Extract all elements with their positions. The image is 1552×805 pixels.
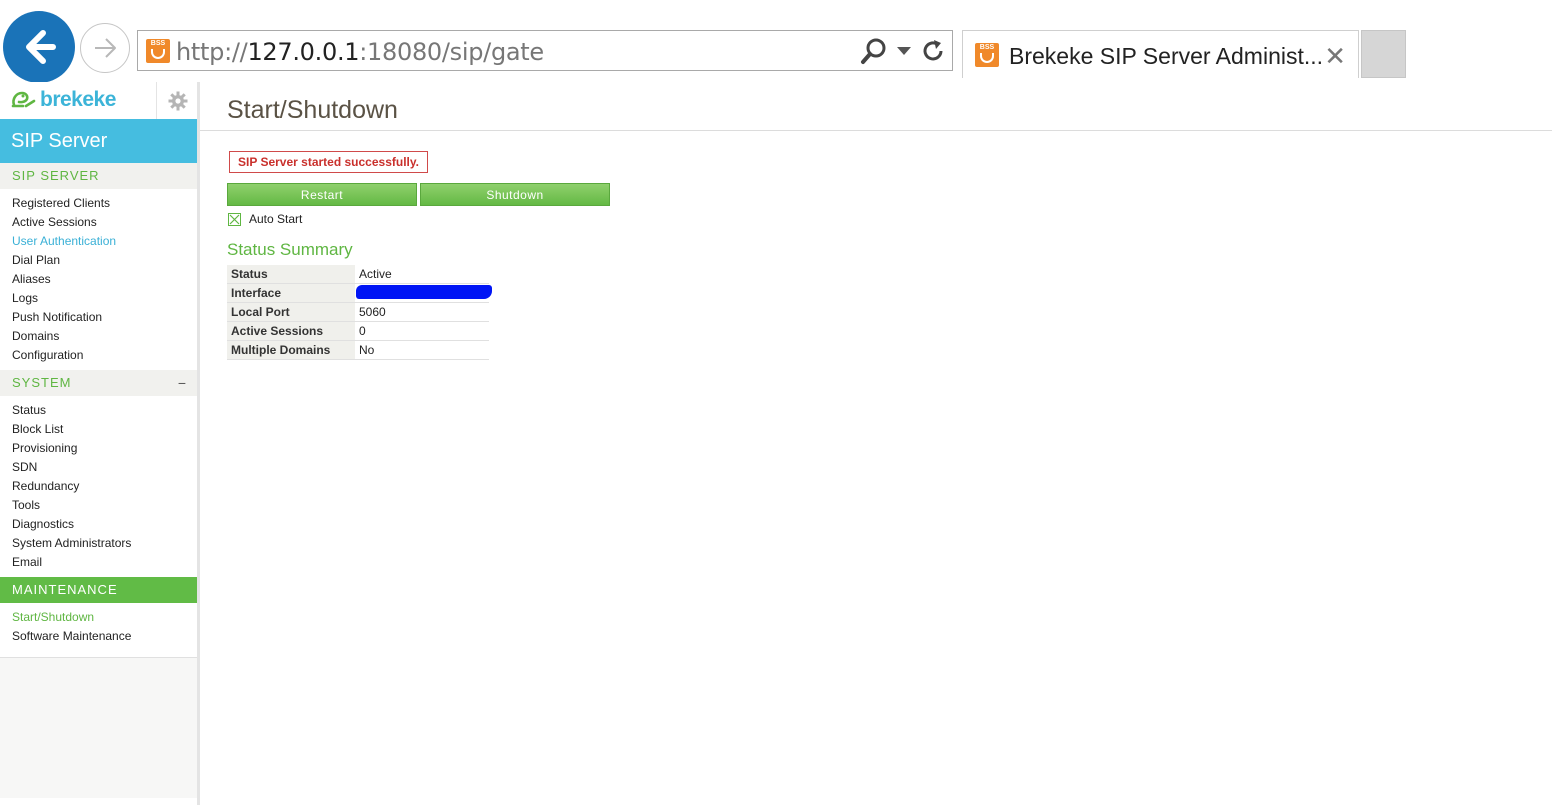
sidebar-item-user-authentication[interactable]: User Authentication [0, 232, 197, 251]
table-row: Local Port 5060 [227, 302, 489, 322]
address-bar[interactable]: BSS http://127.0.0.1:18080/sip/gate [137, 30, 953, 71]
browser-chrome: BSS http://127.0.0.1:18080/sip/gate BSS … [0, 0, 1552, 83]
auto-start-checkbox[interactable] [228, 212, 241, 226]
checkbox-x-icon [229, 214, 240, 224]
logo-text: brekeke [40, 88, 116, 111]
success-message: SIP Server started successfully. [229, 151, 428, 173]
sidebar-item-diagnostics[interactable]: Diagnostics [0, 515, 197, 534]
sidebar-item-start-shutdown[interactable]: Start/Shutdown [0, 608, 197, 627]
auto-start-row: Auto Start [228, 212, 302, 226]
row-value-active-sessions: 0 [355, 321, 489, 341]
tab-title: Brekeke SIP Server Administ... [1009, 43, 1324, 69]
gear-icon [168, 91, 187, 110]
row-value-interface [355, 283, 492, 303]
url-text[interactable]: http://127.0.0.1:18080/sip/gate [176, 38, 544, 66]
site-favicon-icon: BSS [146, 39, 170, 63]
row-value-local-port: 5060 [355, 302, 489, 322]
collapse-icon[interactable]: − [178, 370, 187, 396]
section-title: SYSTEM [12, 375, 72, 390]
favicon-frog-shape [151, 49, 165, 59]
product-banner: SIP Server [0, 119, 197, 163]
brekeke-logo[interactable]: brekeke [10, 88, 116, 112]
row-value-multiple-domains: No [355, 340, 489, 360]
favicon-label: BSS [150, 40, 166, 47]
sidebar-item-logs[interactable]: Logs [0, 289, 197, 308]
status-summary-table: Status Active Interface Local Port 5060 … [227, 265, 492, 360]
search-icon[interactable] [860, 37, 888, 65]
refresh-icon[interactable] [920, 38, 946, 64]
nav-list-system: Status Block List Provisioning SDN Redun… [0, 396, 197, 577]
auto-start-label: Auto Start [249, 212, 303, 226]
section-header-sip-server[interactable]: SIP SERVER [0, 163, 197, 189]
close-tab-icon[interactable]: ✕ [1324, 41, 1346, 72]
dropdown-caret-icon[interactable] [896, 45, 912, 57]
sidebar-item-domains[interactable]: Domains [0, 327, 197, 346]
sidebar-item-status[interactable]: Status [0, 401, 197, 420]
sidebar-item-active-sessions[interactable]: Active Sessions [0, 213, 197, 232]
sidebar-item-system-administrators[interactable]: System Administrators [0, 534, 197, 553]
arrow-right-icon [95, 38, 116, 58]
tab-favicon-label: BSS [979, 44, 995, 51]
table-row: Status Active [227, 265, 489, 284]
sidebar-item-sdn[interactable]: SDN [0, 458, 197, 477]
tab-favicon-frog-shape [980, 53, 994, 63]
nav-list-maintenance: Start/Shutdown Software Maintenance [0, 603, 197, 651]
status-summary-heading: Status Summary [227, 240, 353, 259]
row-label-status: Status [227, 265, 355, 284]
settings-button[interactable] [156, 82, 198, 119]
row-label-multiple-domains: Multiple Domains [227, 340, 355, 360]
new-tab-button[interactable] [1361, 30, 1406, 78]
sidebar-item-block-list[interactable]: Block List [0, 420, 197, 439]
main-content: Start/Shutdown SIP Server started succes… [200, 82, 1552, 805]
row-label-active-sessions: Active Sessions [227, 321, 355, 341]
row-value-status: Active [355, 265, 489, 284]
table-row: Interface [227, 283, 492, 303]
url-host: 127.0.0.1 [247, 38, 360, 66]
sidebar-item-software-maintenance[interactable]: Software Maintenance [0, 627, 197, 646]
sidebar-item-provisioning[interactable]: Provisioning [0, 439, 197, 458]
back-button[interactable] [3, 11, 75, 83]
row-label-interface: Interface [227, 283, 355, 303]
sidebar-item-dial-plan[interactable]: Dial Plan [0, 251, 197, 270]
sidebar-item-email[interactable]: Email [0, 553, 197, 572]
page-title: Start/Shutdown [227, 96, 398, 124]
sidebar: brekeke SIP Server SIP SERVER Registered [0, 82, 200, 805]
tab-favicon-icon: BSS [975, 43, 999, 67]
title-divider [200, 130, 1552, 131]
url-prefix: http:// [176, 38, 248, 66]
sidebar-item-redundancy[interactable]: Redundancy [0, 477, 197, 496]
restart-button[interactable]: Restart [227, 183, 417, 206]
shutdown-button[interactable]: Shutdown [420, 183, 610, 206]
row-label-local-port: Local Port [227, 302, 355, 322]
sidebar-item-tools[interactable]: Tools [0, 496, 197, 515]
section-title: SIP SERVER [12, 168, 100, 183]
logo-row: brekeke [0, 82, 197, 119]
sidebar-footer-area [0, 657, 197, 798]
redaction-mark [356, 285, 492, 299]
section-title: MAINTENANCE [12, 582, 118, 597]
nav-list-sip-server: Registered Clients Active Sessions User … [0, 189, 197, 370]
sidebar-item-registered-clients[interactable]: Registered Clients [0, 194, 197, 213]
url-path: :18080/sip/gate [359, 38, 544, 66]
section-header-maintenance[interactable]: MAINTENANCE [0, 577, 197, 603]
forward-button[interactable] [80, 23, 130, 73]
address-actions [860, 37, 946, 65]
table-row: Active Sessions 0 [227, 321, 489, 341]
arrow-left-icon [26, 30, 56, 64]
section-header-system[interactable]: SYSTEM − [0, 370, 197, 396]
sidebar-item-aliases[interactable]: Aliases [0, 270, 197, 289]
sidebar-item-configuration[interactable]: Configuration [0, 346, 197, 365]
table-row: Multiple Domains No [227, 340, 489, 360]
frog-logo-icon [11, 91, 36, 108]
sidebar-item-push-notification[interactable]: Push Notification [0, 308, 197, 327]
browser-tab[interactable]: BSS Brekeke SIP Server Administ... ✕ [962, 30, 1359, 78]
